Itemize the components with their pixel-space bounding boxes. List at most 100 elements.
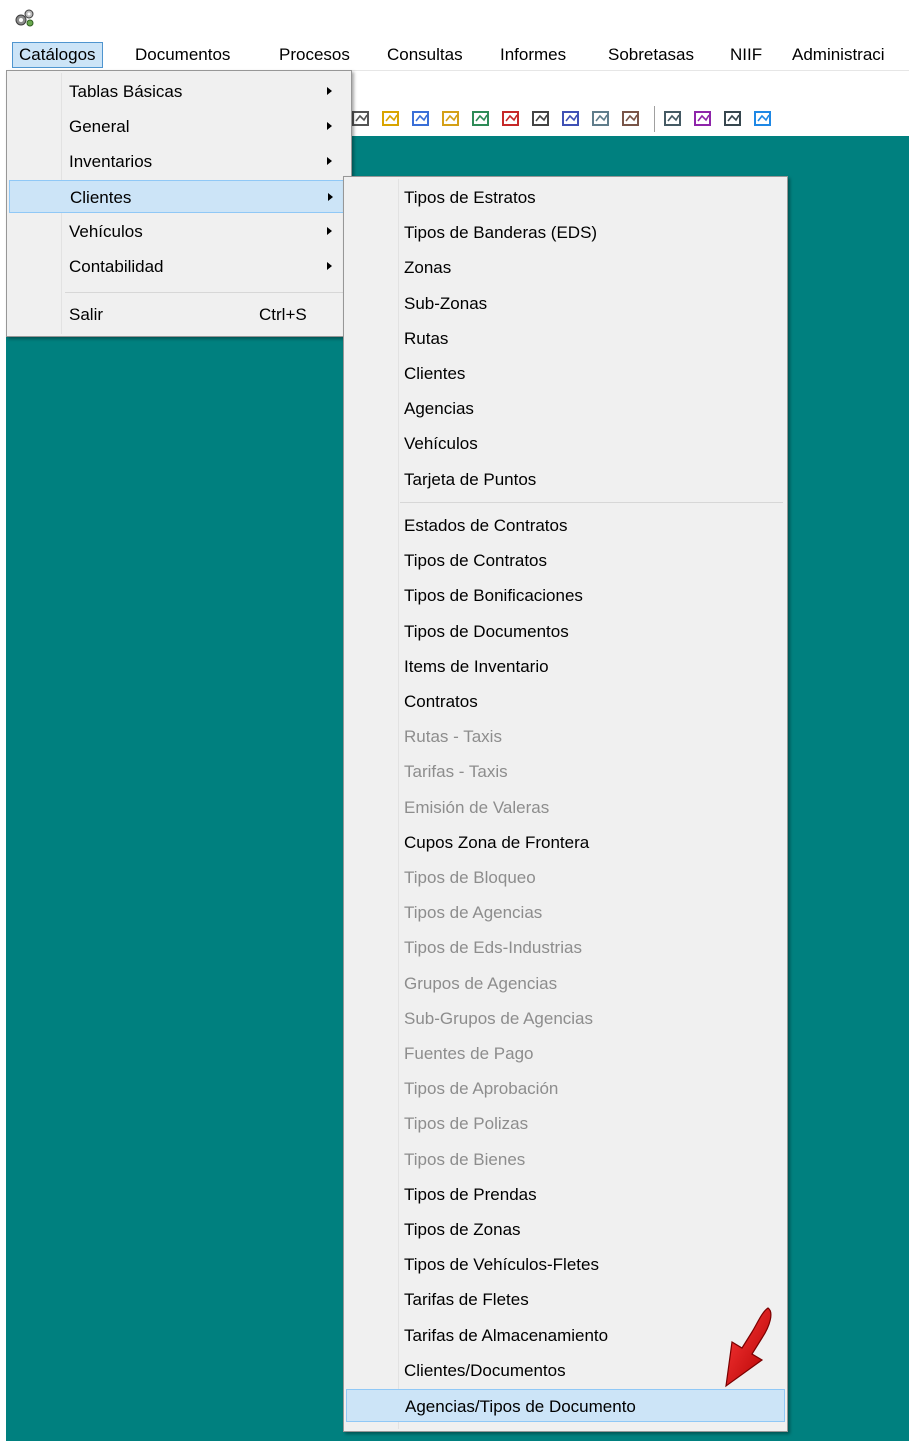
menubar-item-administraci[interactable]: Administraci <box>786 43 891 67</box>
menubar-item-procesos[interactable]: Procesos <box>273 43 356 67</box>
submenu-item-label: Clientes <box>404 364 466 383</box>
menu-item-general[interactable]: General <box>9 110 349 143</box>
submenu-item-label: Rutas <box>404 328 449 348</box>
submenu-item-label: Tipos de Banderas (EDS) <box>404 223 598 243</box>
menu-item-clientes[interactable]: Clientes <box>9 180 349 213</box>
handshake-icon[interactable] <box>530 108 552 130</box>
submenu-item-tipos-de-eds-industrias: Tipos de Eds-Industrias <box>346 931 785 964</box>
menu-item-vehiculos[interactable]: Vehículos <box>9 215 349 248</box>
submenu-item-agencias[interactable]: Agencias <box>346 392 785 425</box>
submenu-item-label: Tipos de Prendas <box>404 1184 537 1204</box>
submenu-item-contratos[interactable]: Contratos <box>346 685 785 718</box>
fc-icon[interactable] <box>752 108 774 130</box>
truck-icon[interactable] <box>500 108 522 130</box>
submenu-item-tarjeta-de-puntos[interactable]: Tarjeta de Puntos <box>346 463 785 496</box>
diamond-tool-icon[interactable] <box>410 108 432 130</box>
menu-item-tablas-basicas[interactable]: Tablas Básicas <box>9 75 349 108</box>
submenu-item-label: Tipos de Documentos <box>404 621 569 641</box>
submenu-item-sub-zonas[interactable]: Sub-Zonas <box>346 287 785 320</box>
submenu-item-items-de-inventario[interactable]: Items de Inventario <box>346 650 785 683</box>
submenu-item-label: Grupos de Agencias <box>404 973 558 993</box>
export-icon[interactable] <box>692 108 714 130</box>
submenu-item-tipos-de-bienes: Tipos de Bienes <box>346 1143 785 1176</box>
submenu-item-fuentes-de-pago: Fuentes de Pago <box>346 1037 785 1070</box>
submenu-item-label: Tipos de Bloqueo <box>404 868 536 887</box>
report-icon[interactable] <box>590 108 612 130</box>
submenu-item-label: Rutas - Taxis <box>404 727 502 747</box>
clerk-icon[interactable] <box>470 108 492 130</box>
submenu-item-rutas[interactable]: Rutas <box>346 322 785 355</box>
menubar-item-niif[interactable]: NIIF <box>724 43 768 67</box>
submenu-item-cupos-zona-de-frontera[interactable]: Cupos Zona de Frontera <box>346 826 785 859</box>
submenu-item-zonas[interactable]: Zonas <box>346 251 785 284</box>
submenu-item-tipos-de-zonas[interactable]: Tipos de Zonas <box>346 1213 785 1246</box>
submenu-item-label: Clientes/Documentos <box>404 1360 566 1380</box>
submenu-item-tipos-de-bonificaciones[interactable]: Tipos de Bonificaciones <box>346 579 785 612</box>
submenu-item-label: Tarifas de Fletes <box>404 1290 529 1310</box>
submenu-item-label: Agencias <box>404 399 474 419</box>
submenu-item-label: Sub-Zonas <box>404 293 488 313</box>
menu-item-salir[interactable]: Salir Ctrl+S <box>9 298 349 331</box>
submenu-item-tipos-de-estratos[interactable]: Tipos de Estratos <box>346 181 785 214</box>
clientes-submenu: Tipos de Estratos Tipos de Banderas (EDS)… <box>343 176 788 1432</box>
submenu-item-tipos-de-prendas[interactable]: Tipos de Prendas <box>346 1178 785 1211</box>
submenu-arrow-icon <box>327 157 332 165</box>
submenu-arrow-icon <box>327 227 332 235</box>
star-tool-icon[interactable] <box>380 108 402 130</box>
submenu-item-label: Sub-Grupos de Agencias <box>404 1008 594 1028</box>
menubar-item-catalogos[interactable]: Catálogos <box>12 42 103 68</box>
submenu-item-label: Tarifas - Taxis <box>404 762 508 782</box>
menubar-item-documentos[interactable]: Documentos <box>129 43 236 67</box>
menubar-item-sobretasas[interactable]: Sobretasas <box>602 43 700 67</box>
menubar-item-consultas[interactable]: Consultas <box>381 43 469 67</box>
submenu-item-tipos-de-polizas: Tipos de Polizas <box>346 1107 785 1140</box>
menu-item-inventarios[interactable]: Inventarios <box>9 145 349 178</box>
submenu-item-clientes[interactable]: Clientes <box>346 357 785 390</box>
submenu-item-tipos-de-contratos[interactable]: Tipos de Contratos <box>346 544 785 577</box>
submenu-item-label: Tipos de Bonificaciones <box>404 586 583 606</box>
submenu-item-emision-de-valeras: Emisión de Valeras <box>346 791 785 824</box>
submenu-item-rutas-taxis: Rutas - Taxis <box>346 720 785 753</box>
phone-icon[interactable] <box>560 108 582 130</box>
submenu-item-label: Zonas <box>404 258 452 278</box>
submenu-item-label: Contratos <box>404 692 478 711</box>
forms-icon[interactable] <box>662 108 684 130</box>
submenu-item-tipos-de-aprobacion: Tipos de Aprobación <box>346 1072 785 1105</box>
catalogos-dropdown-menu: Tablas Básicas General Inventarios Clientes… <box>6 70 352 337</box>
money-tag-icon[interactable] <box>440 108 462 130</box>
book-icon[interactable] <box>620 108 642 130</box>
transfer-icon[interactable] <box>722 108 744 130</box>
submenu-item-estados-de-contratos[interactable]: Estados de Contratos <box>346 509 785 542</box>
menu-item-contabilidad[interactable]: Contabilidad <box>9 250 349 283</box>
annotation-arrow-icon <box>725 1307 772 1388</box>
menu-item-label: Vehículos <box>69 222 143 241</box>
submenu-item-agencias-tipos-de-documento[interactable]: Agencias/Tipos de Documento <box>346 1389 785 1422</box>
submenu-arrow-icon <box>327 87 332 95</box>
title-bar <box>0 0 909 38</box>
submenu-item-label: Agencias/Tipos de Documento <box>405 1397 636 1416</box>
submenu-item-label: Emisión de Valeras <box>404 797 550 817</box>
submenu-arrow-icon <box>327 262 332 270</box>
menu-item-label: General <box>69 117 130 136</box>
toolbar <box>350 100 909 136</box>
submenu-item-tarifas-taxis: Tarifas - Taxis <box>346 755 785 788</box>
submenu-item-vehiculos[interactable]: Vehículos <box>346 427 785 460</box>
submenu-item-label: Tipos de Contratos <box>404 551 547 571</box>
submenu-item-label: Tarifas de Almacenamiento <box>404 1325 609 1345</box>
submenu-item-label: Estados de Contratos <box>404 516 568 535</box>
menu-item-label: Tablas Básicas <box>69 82 183 101</box>
submenu-item-label: Tipos de Agencias <box>404 903 543 923</box>
submenu-item-label: Fuentes de Pago <box>404 1044 534 1063</box>
submenu-item-label: Tipos de Aprobación <box>404 1079 559 1099</box>
menubar-item-informes[interactable]: Informes <box>494 43 572 67</box>
submenu-arrow-icon <box>328 193 333 201</box>
menu-item-label: Inventarios <box>69 152 153 171</box>
submenu-arrow-icon <box>327 122 332 130</box>
submenu-item-label: Tipos de Eds-Industrias <box>404 938 582 958</box>
menu-item-label: Clientes <box>70 188 132 207</box>
submenu-item-label: Tipos de Estratos <box>404 188 536 207</box>
chart-icon[interactable] <box>350 108 372 130</box>
submenu-item-tipos-de-documentos[interactable]: Tipos de Documentos <box>346 615 785 648</box>
submenu-item-tipos-de-banderas-eds[interactable]: Tipos de Banderas (EDS) <box>346 216 785 249</box>
submenu-item-tipos-de-vehiculos-fletes[interactable]: Tipos de Vehículos-Fletes <box>346 1248 785 1281</box>
